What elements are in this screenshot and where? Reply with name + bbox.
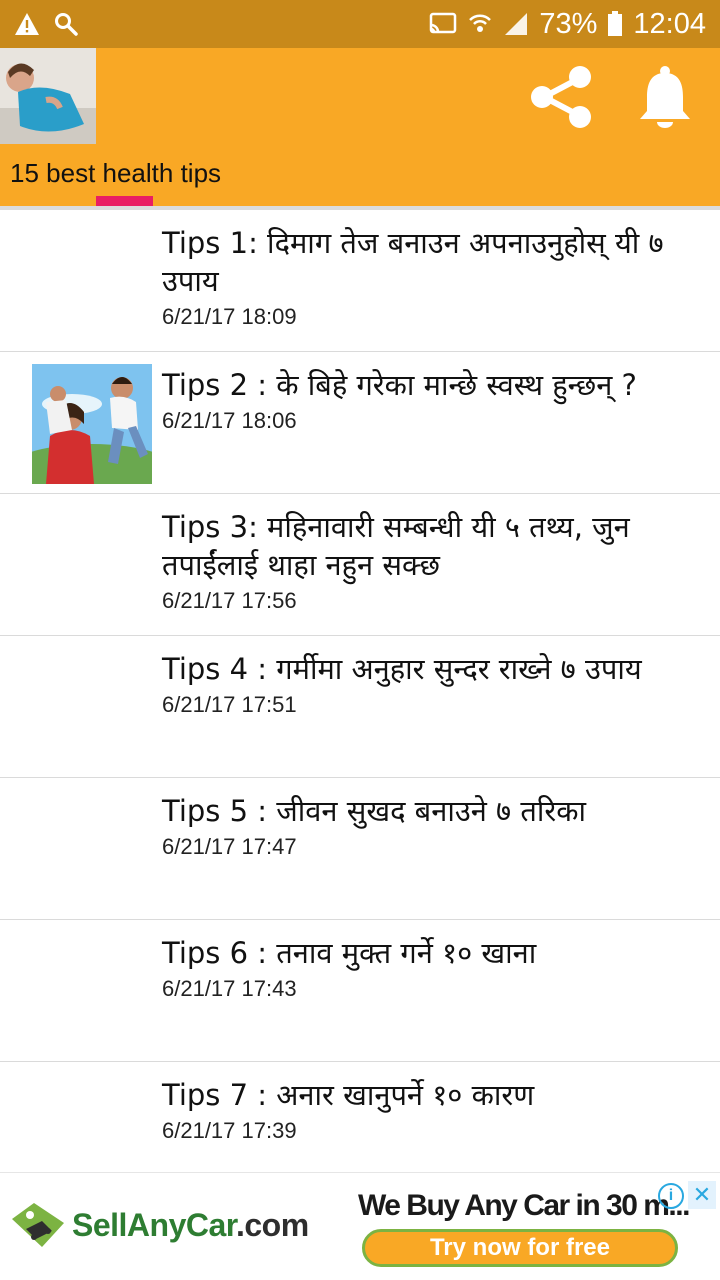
battery-icon bbox=[607, 11, 623, 37]
tab-indicator bbox=[96, 196, 153, 206]
item-title: Tips 2 : के बिहे गरेका मान्छे स्वस्थ हुन… bbox=[162, 368, 637, 402]
tab-health-tips[interactable]: 15 best health tips bbox=[0, 144, 260, 206]
list-item[interactable]: Tips 3: महिनावारी सम्बन्धी यी ५ तथ्य, जु… bbox=[0, 494, 720, 636]
ad-headline: We Buy Any Car in 30 m... bbox=[358, 1189, 690, 1222]
item-thumbnail bbox=[32, 364, 152, 484]
item-title: Tips 6 : तनाव मुक्त गर्ने १० खाना bbox=[162, 936, 537, 970]
tips-list: Tips 1: दिमाग तेज बनाउन अपनाउनुहोस् यी ७… bbox=[0, 210, 720, 1204]
item-date: 6/21/17 17:47 bbox=[162, 834, 297, 859]
ad-close-icon[interactable]: ✕ bbox=[688, 1181, 716, 1209]
item-date: 6/21/17 17:51 bbox=[162, 692, 297, 717]
ad-info-icon[interactable]: i bbox=[658, 1183, 684, 1209]
list-item[interactable]: Tips 2 : के बिहे गरेका मान्छे स्वस्थ हुन… bbox=[0, 352, 720, 494]
item-title: Tips 5 : जीवन सुखद बनाउने ७ तरिका bbox=[162, 794, 587, 828]
item-date: 6/21/17 17:43 bbox=[162, 976, 297, 1001]
ad-banner[interactable]: SellAnyCar.com We Buy Any Car in 30 m...… bbox=[0, 1172, 720, 1280]
ad-cta-button[interactable]: Try now for free bbox=[362, 1229, 678, 1267]
item-title: Tips 3: महिनावारी सम्बन्धी यी ५ तथ्य, जु… bbox=[162, 510, 630, 582]
item-date: 6/21/17 17:39 bbox=[162, 1118, 297, 1143]
car-tag-icon bbox=[12, 1203, 64, 1247]
tab-label: 15 best health tips bbox=[10, 158, 222, 188]
app-logo-image bbox=[0, 48, 96, 144]
status-bar: 73% 12:04 bbox=[0, 0, 720, 48]
bell-icon bbox=[640, 66, 690, 128]
list-item[interactable]: Tips 4 : गर्मीमा अनुहार सुन्दर राख्ने ७ … bbox=[0, 636, 720, 778]
wifi-icon bbox=[467, 11, 493, 37]
notifications-button[interactable] bbox=[630, 62, 700, 132]
ad-brand-name: SellAnyCar.com bbox=[72, 1206, 309, 1243]
cast-icon bbox=[429, 12, 457, 36]
item-title: Tips 1: दिमाग तेज बनाउन अपनाउनुहोस् यी ७… bbox=[162, 226, 664, 298]
list-item[interactable]: Tips 6 : तनाव मुक्त गर्ने १० खाना 6/21/1… bbox=[0, 920, 720, 1062]
item-title: Tips 4 : गर्मीमा अनुहार सुन्दर राख्ने ७ … bbox=[162, 652, 642, 686]
list-item[interactable]: Tips 5 : जीवन सुखद बनाउने ७ तरिका 6/21/1… bbox=[0, 778, 720, 920]
app-bar: 15 best health tips bbox=[0, 48, 720, 206]
item-title: Tips 7 : अनार खानुपर्ने १० कारण bbox=[162, 1078, 535, 1112]
item-date: 6/21/17 17:56 bbox=[162, 588, 297, 613]
list-item[interactable]: Tips 1: दिमाग तेज बनाउन अपनाउनुहोस् यी ७… bbox=[0, 210, 720, 352]
share-button[interactable] bbox=[526, 62, 596, 132]
item-date: 6/21/17 18:09 bbox=[162, 304, 297, 329]
clock: 12:04 bbox=[633, 7, 706, 40]
battery-percent: 73% bbox=[539, 7, 598, 40]
signal-icon bbox=[503, 11, 529, 37]
share-icon bbox=[531, 66, 591, 128]
warning-icon bbox=[14, 12, 40, 36]
item-date: 6/21/17 18:06 bbox=[162, 408, 297, 433]
search-icon bbox=[54, 12, 78, 36]
ad-brand-logo: SellAnyCar.com bbox=[8, 1201, 309, 1249]
